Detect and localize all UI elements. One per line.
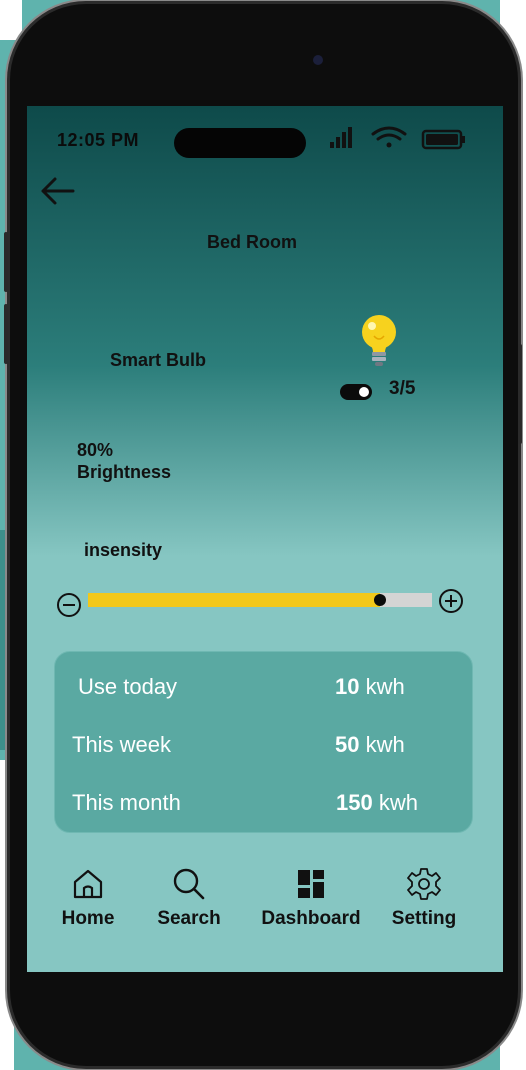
decrease-icon[interactable] xyxy=(56,592,82,618)
usage-week-label: This week xyxy=(72,732,172,757)
gear-icon xyxy=(407,868,441,900)
home-icon xyxy=(73,869,103,899)
nav-search-label: Search xyxy=(157,908,221,929)
device-name: Smart Bulb xyxy=(110,350,207,370)
usage-month-label: This month xyxy=(72,790,181,815)
usage-month-value: 150 kwh xyxy=(336,790,418,815)
bulb-toggle-switch[interactable] xyxy=(340,384,372,400)
intensity-slider[interactable] xyxy=(88,593,432,607)
intensity-slider-fill xyxy=(88,593,381,607)
back-arrow-icon[interactable] xyxy=(39,176,79,206)
device-count: 3/5 xyxy=(389,378,416,399)
nav-setting-label: Setting xyxy=(391,908,457,929)
status-time: 12:05 PM xyxy=(57,130,140,150)
canvas-fragment xyxy=(0,0,22,40)
nav-home-label: Home xyxy=(61,908,115,929)
light-bulb-icon xyxy=(362,315,396,366)
intensity-label: insensity xyxy=(84,540,163,560)
signal-icon xyxy=(330,127,352,148)
power-button xyxy=(518,344,522,444)
wifi-icon xyxy=(371,126,407,148)
dashboard-icon xyxy=(298,870,324,898)
nav-dashboard[interactable]: Dashboard xyxy=(255,866,367,930)
nav-dashboard-label: Dashboard xyxy=(261,908,361,929)
intensity-slider-thumb[interactable] xyxy=(374,594,387,606)
toggle-knob xyxy=(359,387,369,397)
usage-today-label: Use today xyxy=(78,674,178,699)
usage-today-value: 10 kwh xyxy=(335,674,405,699)
nav-setting[interactable]: Setting xyxy=(383,866,465,930)
usage-week-value: 50 kwh xyxy=(335,732,405,757)
volume-button xyxy=(4,304,8,364)
energy-usage-card: Use today 10 kwh This week 50 kwh This m… xyxy=(54,651,473,833)
room-title: Bed Room xyxy=(207,232,297,252)
brightness-value: 80% xyxy=(77,440,114,460)
nav-search[interactable]: Search xyxy=(150,866,228,930)
battery-icon xyxy=(421,129,465,150)
volume-button xyxy=(4,232,8,292)
nav-home[interactable]: Home xyxy=(55,866,121,930)
brightness-label: Brightness xyxy=(77,462,172,482)
search-icon xyxy=(173,868,205,900)
status-icons xyxy=(330,126,465,150)
front-camera xyxy=(313,55,323,65)
increase-icon[interactable] xyxy=(438,588,464,614)
app-screen: 12:05 PM Bed Room Smart Bulb 3/5 80% Bri… xyxy=(27,106,503,972)
dynamic-island xyxy=(174,128,306,158)
